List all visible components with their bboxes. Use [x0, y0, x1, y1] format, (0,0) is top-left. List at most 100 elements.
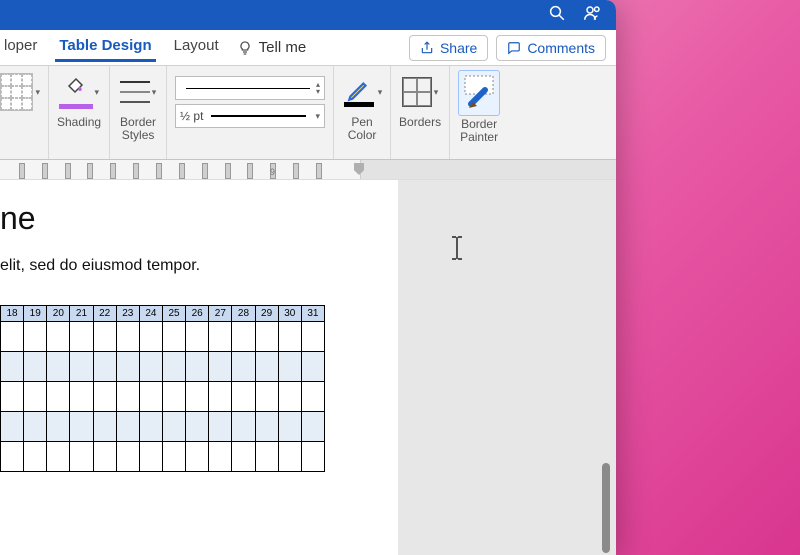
table-cell[interactable]: [255, 412, 278, 442]
table-cell[interactable]: [162, 412, 185, 442]
table-row[interactable]: [1, 382, 325, 412]
shading-button[interactable]: ▾: [59, 70, 99, 114]
table-cell[interactable]: [232, 322, 255, 352]
table-cell[interactable]: [47, 382, 70, 412]
table-cell[interactable]: [116, 382, 139, 412]
table-cell[interactable]: [70, 352, 93, 382]
table-cell[interactable]: [1, 382, 24, 412]
tab-developer[interactable]: loper: [0, 33, 41, 62]
table-cell[interactable]: [116, 442, 139, 472]
table-cell[interactable]: [301, 412, 324, 442]
table-cell[interactable]: [116, 352, 139, 382]
pen-color-button[interactable]: ▾: [342, 70, 382, 114]
table-header-cell[interactable]: 26: [186, 306, 209, 322]
table-cell[interactable]: [47, 352, 70, 382]
table-cell[interactable]: [278, 382, 301, 412]
table-cell[interactable]: [209, 382, 232, 412]
table-row[interactable]: [1, 352, 325, 382]
border-painter-button[interactable]: [462, 73, 496, 113]
comments-button[interactable]: Comments: [496, 35, 606, 61]
tab-table-design[interactable]: Table Design: [55, 33, 155, 62]
table-cell[interactable]: [47, 322, 70, 352]
table-cell[interactable]: [162, 352, 185, 382]
table-cell[interactable]: [1, 442, 24, 472]
table-cell[interactable]: [93, 322, 116, 352]
borders-button[interactable]: ▾: [400, 70, 440, 114]
table-cell[interactable]: [1, 352, 24, 382]
table-cell[interactable]: [139, 382, 162, 412]
table-row[interactable]: [1, 322, 325, 352]
table-header-cell[interactable]: 31: [301, 306, 324, 322]
table-cell[interactable]: [24, 442, 47, 472]
table-cell[interactable]: [209, 442, 232, 472]
table-cell[interactable]: [93, 352, 116, 382]
table-header-cell[interactable]: 19: [24, 306, 47, 322]
table-cell[interactable]: [139, 352, 162, 382]
table-row[interactable]: [1, 412, 325, 442]
table-header-cell[interactable]: 23: [116, 306, 139, 322]
table-cell[interactable]: [209, 352, 232, 382]
table-cell[interactable]: [186, 382, 209, 412]
table-cell[interactable]: [278, 442, 301, 472]
table-header-cell[interactable]: 18: [1, 306, 24, 322]
table-cell[interactable]: [93, 442, 116, 472]
table-cell[interactable]: [24, 352, 47, 382]
border-styles-button[interactable]: ▾: [118, 70, 158, 114]
table-cell[interactable]: [70, 382, 93, 412]
table-cell[interactable]: [301, 382, 324, 412]
table-cell[interactable]: [139, 322, 162, 352]
table-cell[interactable]: [116, 322, 139, 352]
table-cell[interactable]: [301, 352, 324, 382]
table-cell[interactable]: [162, 442, 185, 472]
table-cell[interactable]: [47, 412, 70, 442]
table-cell[interactable]: [255, 322, 278, 352]
table-cell[interactable]: [162, 382, 185, 412]
table-cell[interactable]: [255, 352, 278, 382]
table-header-cell[interactable]: 27: [209, 306, 232, 322]
table-cell[interactable]: [255, 382, 278, 412]
tell-me-search[interactable]: Tell me: [237, 39, 307, 56]
table-row[interactable]: [1, 442, 325, 472]
table-cell[interactable]: [301, 322, 324, 352]
share-button[interactable]: Share: [409, 35, 488, 61]
table-cell[interactable]: [232, 412, 255, 442]
scrollbar-thumb[interactable]: [602, 463, 610, 553]
table-header-cell[interactable]: 22: [93, 306, 116, 322]
table-cell[interactable]: [93, 412, 116, 442]
table-header-cell[interactable]: 29: [255, 306, 278, 322]
table-cell[interactable]: [162, 322, 185, 352]
table-cell[interactable]: [186, 412, 209, 442]
project-table[interactable]: 1819202122232425262728293031: [0, 305, 325, 472]
tab-layout[interactable]: Layout: [170, 33, 223, 62]
table-cell[interactable]: [24, 322, 47, 352]
vertical-scrollbar[interactable]: [599, 180, 613, 555]
table-header-cell[interactable]: 20: [47, 306, 70, 322]
table-header-cell[interactable]: 21: [70, 306, 93, 322]
table-cell[interactable]: [232, 442, 255, 472]
table-cell[interactable]: [1, 322, 24, 352]
table-cell[interactable]: [209, 412, 232, 442]
table-cell[interactable]: [186, 352, 209, 382]
table-cell[interactable]: [1, 412, 24, 442]
page[interactable]: ne elit, sed do eiusmod tempor. 18192021…: [0, 180, 398, 555]
table-header-cell[interactable]: 30: [278, 306, 301, 322]
table-cell[interactable]: [232, 382, 255, 412]
table-cell[interactable]: [139, 442, 162, 472]
table-cell[interactable]: [278, 352, 301, 382]
table-cell[interactable]: [278, 412, 301, 442]
table-cell[interactable]: [70, 322, 93, 352]
table-cell[interactable]: [255, 442, 278, 472]
table-cell[interactable]: [93, 382, 116, 412]
table-cell[interactable]: [24, 412, 47, 442]
table-cell[interactable]: [186, 442, 209, 472]
table-header-cell[interactable]: 24: [139, 306, 162, 322]
table-cell[interactable]: [301, 442, 324, 472]
horizontal-ruler[interactable]: 9: [0, 160, 616, 180]
table-cell[interactable]: [232, 352, 255, 382]
table-header-cell[interactable]: 25: [162, 306, 185, 322]
table-cell[interactable]: [70, 412, 93, 442]
table-cell[interactable]: [70, 442, 93, 472]
table-cell[interactable]: [278, 322, 301, 352]
line-style-selector[interactable]: ▴▾: [175, 76, 325, 100]
table-header-cell[interactable]: 28: [232, 306, 255, 322]
